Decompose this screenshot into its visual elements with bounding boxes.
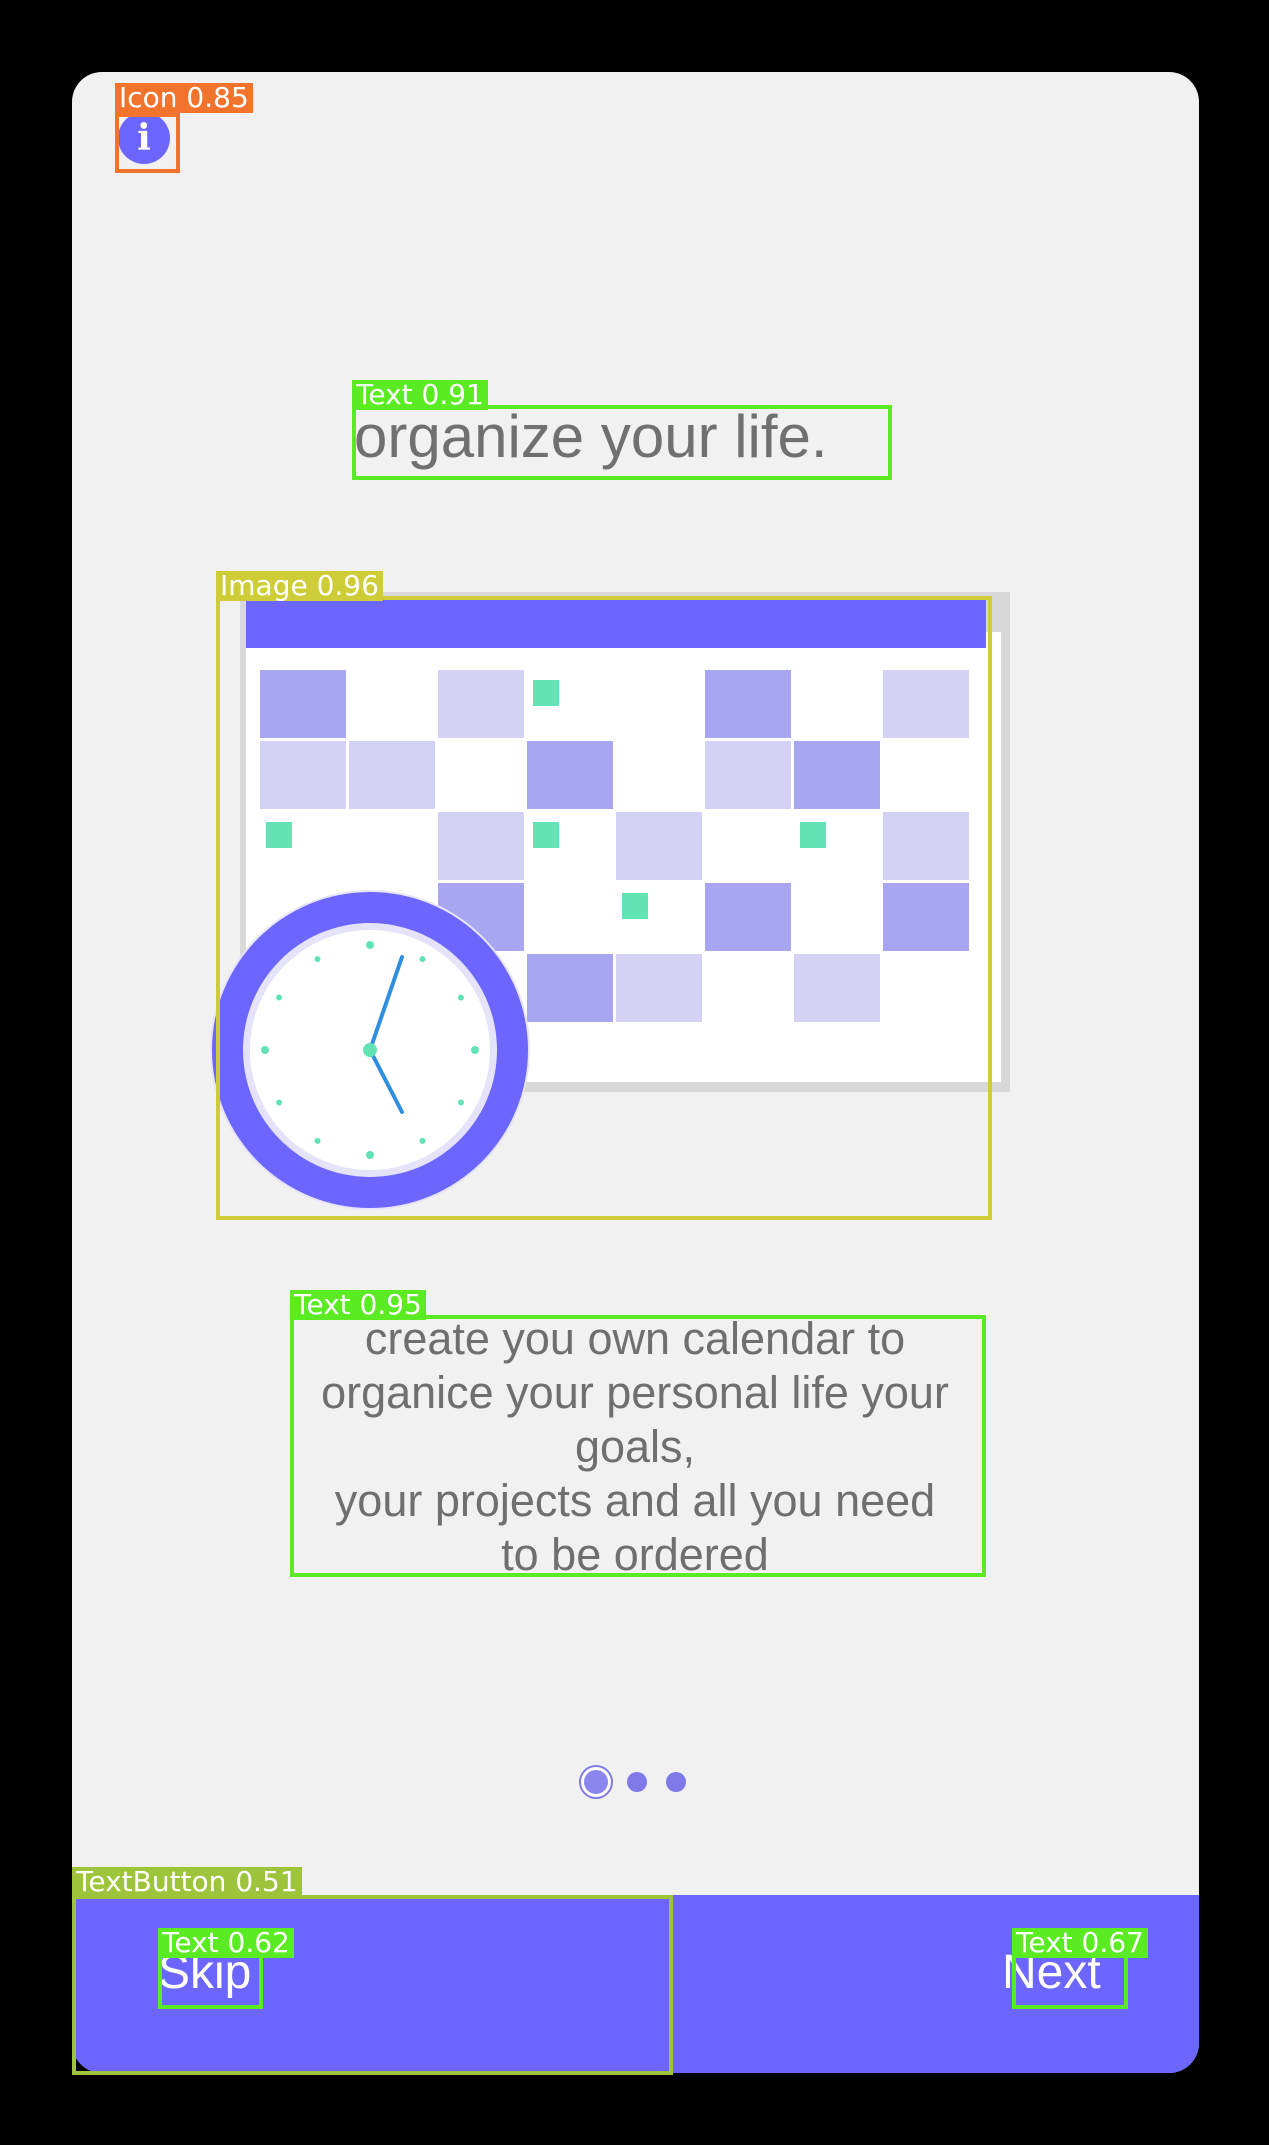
page-indicator <box>572 1762 692 1802</box>
detection-label-image: Image 0.96 <box>216 571 383 601</box>
page-dot-active[interactable] <box>584 1770 608 1794</box>
detection-box-next-text <box>1012 1953 1128 2009</box>
detection-label-skip-text: Text 0.62 <box>158 1928 294 1958</box>
page-dot[interactable] <box>666 1772 686 1792</box>
detection-label-description: Text 0.95 <box>290 1290 426 1320</box>
detection-label-next-text: Text 0.67 <box>1012 1928 1148 1958</box>
page-dot[interactable] <box>627 1772 647 1792</box>
detection-box-icon <box>115 113 180 173</box>
detection-box-skip-text <box>158 1953 263 2009</box>
detection-box-description <box>290 1315 986 1577</box>
detection-label-icon: Icon 0.85 <box>115 83 253 113</box>
detection-box-title <box>352 405 892 480</box>
detection-box-image <box>216 596 992 1220</box>
detection-label-skip-button: TextButton 0.51 <box>72 1867 302 1897</box>
detection-label-title: Text 0.91 <box>352 380 488 410</box>
